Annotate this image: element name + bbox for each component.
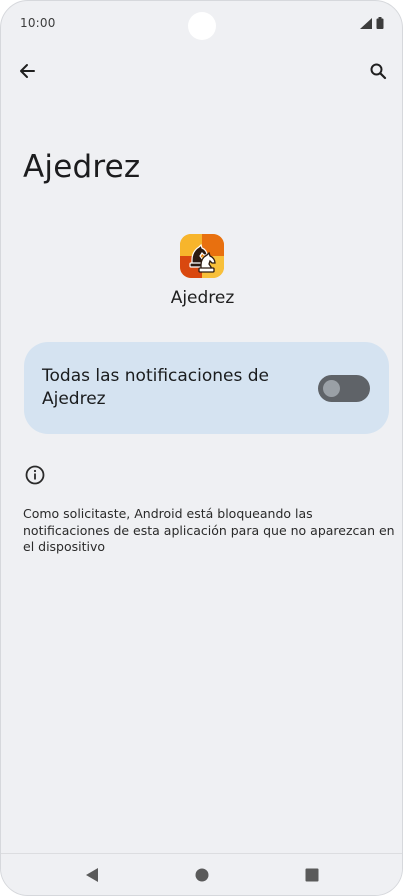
signal-icon xyxy=(360,17,372,29)
info-icon xyxy=(24,464,46,486)
nav-home-button[interactable] xyxy=(189,862,215,888)
notifications-switch[interactable] xyxy=(318,375,370,402)
nav-recents-button[interactable] xyxy=(299,862,325,888)
back-button[interactable] xyxy=(11,55,43,87)
info-text: Como solicitaste, Android está bloqueand… xyxy=(23,506,395,554)
navigation-bar xyxy=(1,853,402,895)
camera-cutout xyxy=(188,12,216,40)
search-button[interactable] xyxy=(362,55,394,87)
chess-app-icon xyxy=(180,234,224,278)
status-icons xyxy=(360,17,384,29)
nav-back-button[interactable] xyxy=(79,862,105,888)
page-title: Ajedrez xyxy=(23,149,141,185)
status-time: 10:00 xyxy=(20,16,56,30)
phone-screen: 10:00 Ajedrez Ajedrez Todas las notifica… xyxy=(0,0,403,896)
battery-icon xyxy=(376,17,384,29)
search-icon xyxy=(370,63,387,80)
app-name: Ajedrez xyxy=(170,288,235,308)
all-notifications-toggle-row[interactable]: Todas las notificaciones de Ajedrez xyxy=(24,342,389,434)
back-triangle-icon xyxy=(86,868,98,882)
switch-knob xyxy=(323,380,340,397)
toggle-label: Todas las notificaciones de Ajedrez xyxy=(42,366,270,409)
recents-square-icon xyxy=(305,868,319,882)
home-circle-icon xyxy=(195,868,209,882)
arrow-left-icon xyxy=(20,64,35,78)
